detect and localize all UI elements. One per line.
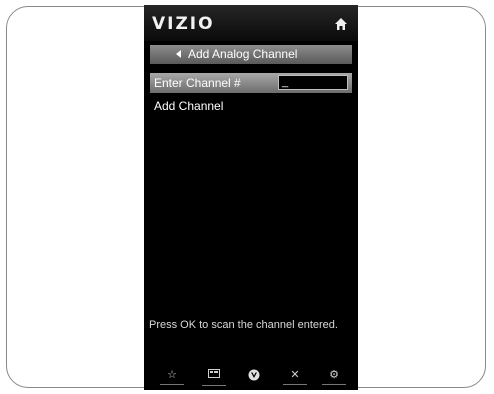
channel-number-input[interactable]: _	[278, 75, 348, 90]
vizio-logo: VIZIO	[152, 14, 215, 34]
add-channel-row[interactable]: Add Channel	[150, 96, 352, 116]
widget-icon[interactable]	[200, 369, 228, 386]
v-logo-icon[interactable]	[240, 369, 268, 384]
enter-channel-label: Enter Channel #	[154, 76, 241, 90]
page-title: Add Analog Channel	[188, 47, 298, 61]
help-text: Press OK to scan the channel entered.	[149, 319, 338, 331]
home-icon[interactable]	[334, 17, 348, 31]
add-channel-label: Add Channel	[154, 99, 224, 113]
top-bar: VIZIO	[144, 5, 358, 41]
menu-header[interactable]: Add Analog Channel	[150, 45, 352, 64]
footer-bar: ☆ ✕ ⚙	[144, 367, 358, 390]
back-arrow-icon[interactable]	[176, 50, 181, 58]
tv-screen: VIZIO Add Analog Channel Enter Channel #…	[144, 5, 358, 390]
settings-icon[interactable]: ⚙	[320, 369, 348, 385]
close-icon[interactable]: ✕	[281, 369, 309, 385]
enter-channel-row[interactable]: Enter Channel # _	[150, 73, 352, 93]
star-icon[interactable]: ☆	[158, 369, 186, 385]
